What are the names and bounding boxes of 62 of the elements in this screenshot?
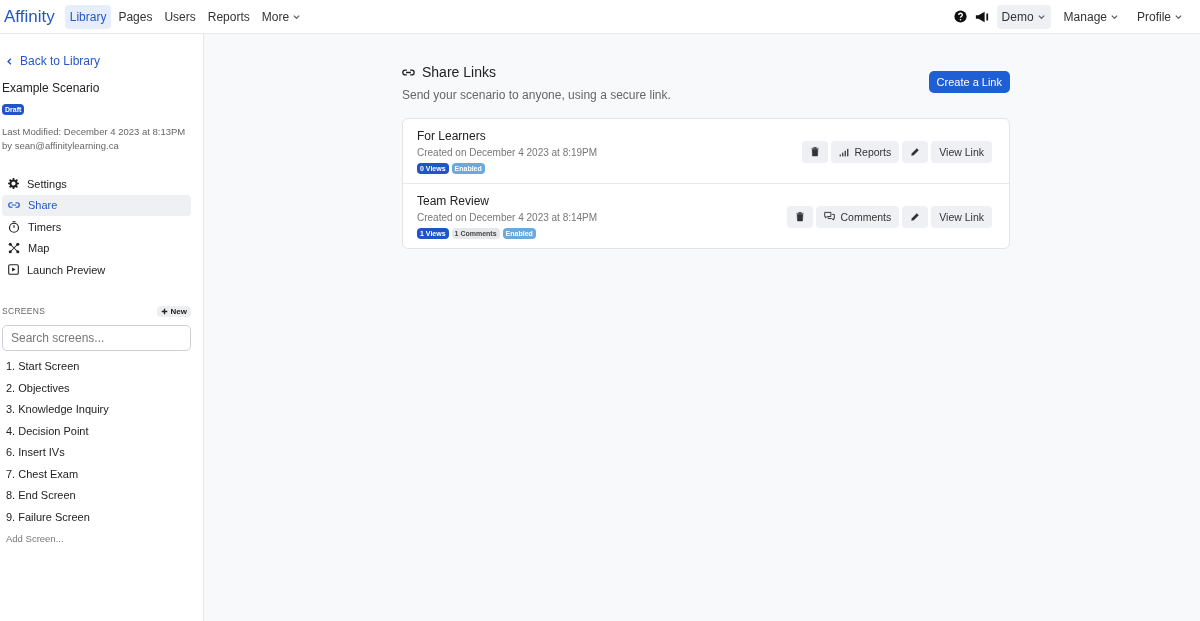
menu-dropdown[interactable]: Demo (996, 4, 1051, 29)
page-title: Share Links (422, 64, 496, 80)
screen-item[interactable]: 7. Chest Exam (2, 463, 191, 485)
reports-button[interactable]: Reports (831, 140, 900, 163)
new-screen-button[interactable]: New (156, 305, 191, 317)
chevron-down-icon (1036, 12, 1046, 21)
screens-heading: SCREENS (2, 306, 46, 316)
nav-tab[interactable]: Pages (113, 4, 158, 29)
trash-icon (795, 211, 806, 222)
speech-bubbles-icon (824, 211, 836, 222)
nav-tab[interactable]: More (256, 4, 307, 29)
gear-icon (8, 178, 19, 190)
affinity-logo[interactable]: Affinity (4, 6, 55, 27)
menu-dropdown[interactable]: Profile (1132, 4, 1188, 29)
link-name: For Learners (417, 129, 487, 143)
create-link-button[interactable]: Create a Link (928, 71, 1010, 93)
edit-button[interactable] (902, 205, 929, 228)
search-field[interactable]: Search screens... (2, 324, 191, 351)
screen-item[interactable]: 1. Start Screen (2, 355, 191, 377)
back-link[interactable]: Back to Library (2, 54, 191, 68)
add-screen-link[interactable]: Add Screen... (2, 527, 191, 549)
view-link-button[interactable]: View Link (931, 205, 992, 228)
nav-tab[interactable]: Library (64, 4, 112, 29)
link-name: Team Review (417, 194, 491, 208)
nav-tab[interactable]: Reports (202, 4, 255, 29)
chevron-down-icon (1174, 12, 1183, 21)
view-link-button[interactable]: View Link (931, 140, 992, 163)
play-icon (8, 264, 19, 276)
plus-icon (160, 307, 168, 315)
screen-item[interactable]: 3. Knowledge Inquiry (2, 398, 191, 420)
comments-button[interactable]: Comments (816, 205, 900, 228)
nav-tab[interactable]: Users (159, 4, 201, 29)
delete-button[interactable] (787, 205, 814, 228)
created-date: Created on December 4 2023 at 8:19PM (417, 147, 598, 158)
sidebar-item[interactable]: Launch Preview (2, 259, 191, 281)
stopwatch-icon (8, 220, 20, 233)
sidebar-item[interactable]: Map (2, 237, 191, 259)
edit-button[interactable] (902, 140, 929, 163)
delete-button[interactable] (802, 140, 829, 163)
sidebar-item[interactable]: Timers (2, 216, 191, 238)
help-icon[interactable] (953, 10, 967, 23)
menu-dropdown[interactable]: Manage (1058, 4, 1124, 29)
last-modified-text: Last Modified: December 4 2023 at 8:13PM (2, 125, 187, 139)
screen-item[interactable]: 8. End Screen (2, 484, 191, 506)
screen-item[interactable]: 9. Failure Screen (2, 506, 191, 528)
screen-item[interactable]: 2. Objectives (2, 377, 191, 399)
created-date: Created on December 4 2023 at 8:14PM (417, 212, 598, 223)
screen-item[interactable]: 6. Insert IVs (2, 441, 191, 463)
scenario-title: Example Scenario (2, 81, 101, 95)
sidebar-item[interactable]: Settings (2, 173, 191, 195)
pencil-icon (910, 146, 921, 157)
screen-item[interactable]: 4. Decision Point (2, 420, 191, 442)
trash-icon (810, 146, 821, 157)
sidebar-item[interactable]: Share (2, 194, 191, 216)
bar-chart-icon (839, 146, 850, 157)
megaphone-icon[interactable] (974, 9, 989, 24)
author-text: by sean@affinitylearning.ca (2, 139, 120, 153)
chevron-left-icon (5, 56, 14, 66)
nodes-icon (8, 242, 20, 255)
pencil-icon (910, 211, 921, 222)
page-subtitle: Send your scenario to anyone, using a secure link. (402, 88, 671, 102)
chevron-down-icon (1110, 12, 1119, 21)
